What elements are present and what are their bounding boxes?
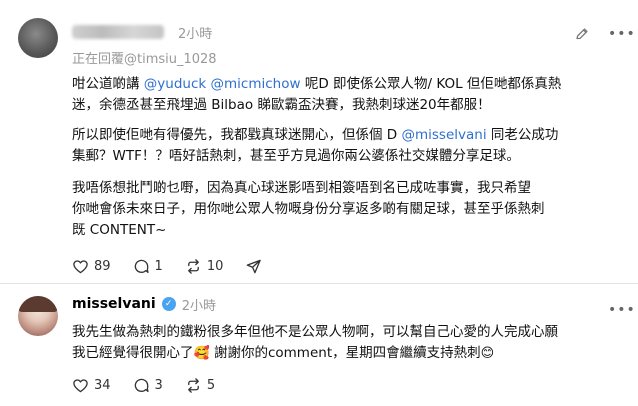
like-count: 89 <box>94 259 111 274</box>
comment-icon <box>134 378 149 393</box>
more-icon[interactable]: ••• <box>608 302 636 318</box>
reply-count: 1 <box>154 259 163 274</box>
post-text-paragraph-1: 咁公道啲講 @yuduck @micmichow 呢D 即使係公眾人物/ KOL… <box>72 74 622 116</box>
post-text-paragraph-3: 我唔係想批鬥啲乜嘢，因為真心球迷影唔到相簽唔到名已成咗事實，我只希望 你哋會係未… <box>72 178 622 241</box>
share-icon <box>247 259 262 274</box>
post-text: 我先生做為熱刺的鐵粉很多年但他不是公眾人物啊，可以幫自己心愛的人完成心願 我已經… <box>72 322 622 364</box>
repost-button[interactable]: 10 <box>185 258 224 275</box>
mention-link[interactable]: @micmichow <box>211 76 301 92</box>
heart-icon <box>73 379 88 393</box>
text-segment: 咁公道啲講 <box>72 76 140 92</box>
repost-count: 10 <box>206 259 224 274</box>
heart-icon <box>73 260 88 274</box>
verified-badge-icon: ✓ <box>161 297 176 311</box>
like-button[interactable]: 89 <box>72 258 111 275</box>
text-segment: 我先生做為熱刺的鐵粉很多年但他不是公眾人物啊，可以幫自己心愛的人完成心願 <box>72 324 558 340</box>
reply-button[interactable]: 3 <box>133 377 163 394</box>
avatar-hair <box>18 296 58 312</box>
text-segment: 我唔係想批鬥啲乜嘢，因為真心球迷影唔到相簽唔到名已成咗事實，我只希望 <box>72 180 531 196</box>
text-segment: 我已經覺得很開心了 <box>72 345 194 361</box>
text-segment: 呢D 即使係公眾人物/ KOL 但佢哋都係真熱 <box>304 76 562 92</box>
like-count: 34 <box>94 378 111 393</box>
edit-icon[interactable] <box>574 26 590 42</box>
post-time: 2小時 <box>178 26 213 42</box>
smiling-hearts-emoji-icon: 🥰 <box>193 346 210 361</box>
avatar[interactable] <box>18 18 58 58</box>
text-segment: 集郵？WTF！？唔好話熱刺，甚至乎方見過你兩公婆係社交媒體分享足球。 <box>72 148 520 164</box>
share-button[interactable] <box>245 258 262 275</box>
redacted-username <box>72 25 164 39</box>
post-text-paragraph-2: 所以即使佢哋有得優先，我都戥真球迷開心，但係個 D @misselvani 同老… <box>72 125 622 167</box>
reply-button[interactable]: 1 <box>133 258 163 275</box>
like-button[interactable]: 34 <box>72 377 111 394</box>
repost-icon <box>187 378 199 393</box>
reply-count: 3 <box>154 378 163 393</box>
post-actions: 34 3 5 <box>72 377 237 394</box>
text-segment: 你哋會係未來日子，用你哋公眾人物嘅身份分享返多啲有關足球，甚至乎係熱刺 <box>72 201 545 217</box>
repost-button[interactable]: 5 <box>185 377 215 394</box>
mention-link[interactable]: @misselvani <box>401 127 486 143</box>
post-actions: 89 1 10 <box>72 258 284 275</box>
text-segment: 同老公成功 <box>490 127 559 143</box>
repost-count: 5 <box>206 378 216 393</box>
comment-icon <box>134 259 149 274</box>
text-segment: 既 CONTENT~ <box>72 222 167 238</box>
text-segment: 迷，余德丞甚至飛埋過 Bilbao 睇歐霸盃決賽，我熱刺球迷20年都服！ <box>72 97 491 113</box>
post-header: misselvani ✓ 2小時 <box>72 295 216 314</box>
smile-emoji-icon: 😊 <box>480 346 495 361</box>
avatar[interactable] <box>18 296 58 336</box>
more-icon[interactable]: ••• <box>608 26 636 42</box>
post-time: 2小時 <box>181 298 216 314</box>
username-link[interactable]: misselvani <box>72 296 156 312</box>
replying-to-label[interactable]: 正在回覆@timsiu_1028 <box>72 48 217 67</box>
text-segment: 所以即使佢哋有得優先，我都戥真球迷開心，但係個 D <box>72 127 398 143</box>
mention-link[interactable]: @yuduck <box>144 76 206 92</box>
post-header: 2小時 <box>72 23 213 42</box>
post-divider <box>0 283 638 284</box>
reply-post: 2小時 正在回覆@timsiu_1028 ••• 咁公道啲講 @yuduck @… <box>0 0 638 284</box>
repost-icon <box>187 259 199 274</box>
text-segment: 謝謝你的comment，星期四會繼續支持熱刺 <box>209 345 481 361</box>
